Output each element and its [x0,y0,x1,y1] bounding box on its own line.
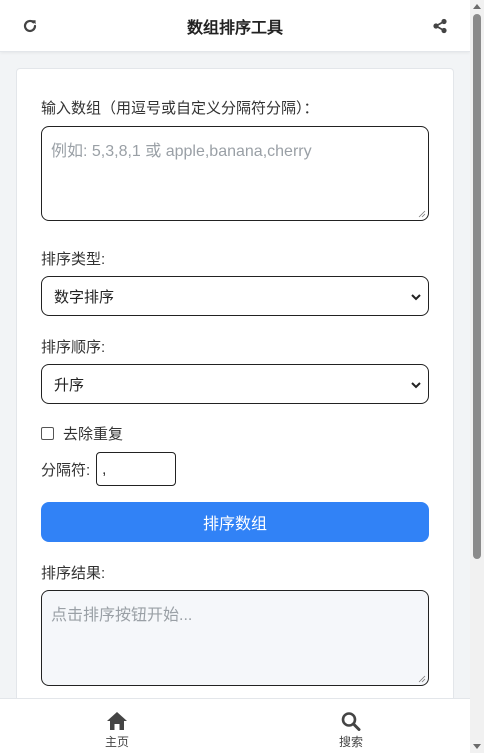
sort-type-select[interactable]: 数字排序 [41,276,429,316]
chevron-down-icon [411,294,421,301]
share-icon [433,18,447,34]
input-array-label: 输入数组（用逗号或自定义分隔符分隔）： [41,100,319,117]
dedupe-label[interactable]: 去除重复 [63,423,123,444]
home-icon [107,712,127,730]
separator-label: 分隔符: [41,461,91,479]
sort-order-label: 排序顺序: [41,339,106,356]
nav-item-home[interactable]: 主页 [77,711,157,750]
dedupe-row: 去除重复 [41,423,123,444]
search-icon [341,712,361,731]
refresh-button[interactable] [18,14,42,38]
sort-order-value: 升序 [54,376,85,394]
page-scrollbar[interactable] [470,0,484,753]
app-root: 数组排序工具 输入数组（用逗号或自定义分隔符分隔）： 例如: 5,3,8,1 或… [0,0,484,753]
nav-item-search[interactable]: 搜索 [311,711,391,750]
sort-result-placeholder: 点击排序按钮开始... [51,607,193,624]
separator-row: 分隔符: , [41,452,177,486]
resize-grip-icon[interactable] [418,210,426,218]
refresh-icon [23,19,37,33]
bottom-nav: 主页 搜索 [0,698,470,753]
sort-type-label: 排序类型: [41,251,106,268]
sort-array-button-label: 排序数组 [202,516,267,533]
sort-result-textarea[interactable]: 点击排序按钮开始... [41,590,429,686]
input-array-placeholder: 例如: 5,3,8,1 或 apple,banana,cherry [51,143,312,160]
scrollbar-thumb[interactable] [473,14,481,559]
nav-home-label: 主页 [104,735,129,749]
resize-grip-icon[interactable] [418,675,426,683]
separator-value: , [102,460,107,478]
sort-type-value: 数字排序 [54,288,115,306]
input-array-textarea[interactable]: 例如: 5,3,8,1 或 apple,banana,cherry [41,126,429,221]
sort-form-card: 输入数组（用逗号或自定义分隔符分隔）： 例如: 5,3,8,1 或 apple,… [16,68,454,708]
scroll-up-icon[interactable] [473,4,481,9]
nav-search-label: 搜索 [338,735,363,749]
sort-order-select[interactable]: 升序 [41,364,429,404]
scroll-down-icon[interactable] [473,744,481,749]
chevron-down-icon [411,382,421,389]
sort-result-label: 排序结果: [41,565,106,582]
app-header: 数组排序工具 [0,0,470,52]
dedupe-checkbox[interactable] [41,427,54,440]
sort-array-button[interactable]: 排序数组 [41,502,429,542]
share-button[interactable] [428,14,452,38]
page-title: 数组排序工具 [186,19,283,37]
separator-input[interactable]: , [96,452,177,486]
